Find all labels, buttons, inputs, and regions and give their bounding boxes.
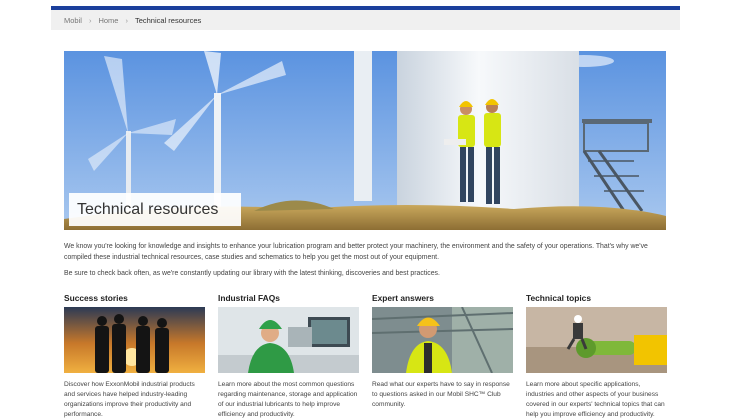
intro-paragraph: Be sure to check back often, as we're co… — [64, 270, 440, 277]
breadcrumb-link-home[interactable]: Home — [98, 16, 118, 25]
breadcrumb-separator-icon: › — [125, 15, 128, 25]
breadcrumb: Mobil › Home › Technical resources — [51, 10, 680, 30]
card-title[interactable]: Technical topics — [526, 293, 667, 303]
hero-title: Technical resources — [69, 193, 241, 226]
card-image[interactable] — [526, 307, 667, 373]
card-description: Discover how ExxonMobil industrial produ… — [64, 381, 195, 418]
card-image[interactable] — [372, 307, 513, 373]
card-expert-answers[interactable]: Expert answers Read what our experts hav… — [372, 293, 513, 410]
card-description: Learn more about the most common questio… — [218, 381, 358, 418]
card-image[interactable] — [218, 307, 359, 373]
intro-paragraph: We know you're looking for knowledge and… — [64, 243, 648, 261]
hero-banner: Technical resources — [64, 51, 666, 230]
card-description: Read what our experts have to say in res… — [372, 381, 510, 408]
card-industrial-faqs[interactable]: Industrial FAQs Learn more about the mos… — [218, 293, 359, 420]
breadcrumb-separator-icon: › — [88, 15, 92, 25]
card-image[interactable] — [64, 307, 205, 373]
card-title[interactable]: Success stories — [64, 293, 205, 303]
card-title[interactable]: Expert answers — [372, 293, 513, 303]
card-title[interactable]: Industrial FAQs — [218, 293, 359, 303]
breadcrumb-current: Technical resources — [134, 15, 202, 25]
card-success-stories[interactable]: Success stories Discover how ExxonMobil … — [64, 293, 205, 420]
card-technical-topics[interactable]: Technical topics Learn more about specif… — [526, 293, 667, 420]
card-description: Learn more about specific applications, … — [526, 381, 665, 418]
intro-text: We know you're looking for knowledge and… — [64, 241, 668, 279]
breadcrumb-link-mobil[interactable]: Mobil — [64, 16, 82, 25]
